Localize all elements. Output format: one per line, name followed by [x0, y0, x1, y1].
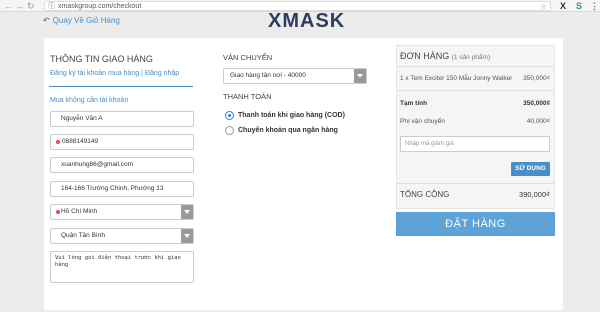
url-text: xmaskgroup.com/checkout — [58, 3, 142, 10]
order-divider — [396, 90, 555, 91]
subtotal-label: Tạm tính — [400, 100, 428, 107]
item-name: 1 x Tem Exciter 150 Mẫu Jonny Walker — [400, 75, 513, 82]
order-summary-panel — [396, 45, 555, 209]
phone-value: 0888149149 — [62, 138, 99, 145]
district-value: Quận Tân Bình — [61, 232, 105, 239]
fullname-value: Nguyễn Văn A — [61, 115, 103, 122]
apply-coupon-button[interactable]: SỬ DỤNG — [511, 162, 550, 176]
email-field[interactable]: xuanhung86@gmail.com — [50, 157, 194, 173]
payment-title: THANH TOÁN — [223, 92, 272, 101]
city-value: Hồ Chí Minh — [61, 208, 98, 215]
section-divider — [49, 86, 193, 87]
order-title-text: ĐƠN HÀNG — [400, 51, 450, 61]
login-link[interactable]: Đăng nhập — [145, 70, 179, 77]
register-link[interactable]: Đăng ký tài khoản mua hàng — [50, 70, 139, 77]
back-arrow-icon[interactable]: ← — [4, 0, 13, 12]
shipping-fee-label: Phí vận chuyển — [400, 118, 445, 125]
coupon-input[interactable]: Nhập mã giảm giá — [400, 136, 550, 152]
email-value: xuanhung86@gmail.com — [61, 161, 134, 168]
shipping-info-title: THÔNG TIN GIAO HÀNG — [50, 54, 153, 64]
extension-x-icon[interactable]: X — [560, 0, 566, 12]
menu-dots-icon[interactable]: ⋮ — [590, 0, 599, 12]
shipping-fee-value: 40,000₫ — [526, 118, 550, 125]
chevron-down-icon — [354, 69, 366, 83]
order-item-count: (1 sản phẩm) — [451, 54, 491, 61]
place-order-button[interactable]: ĐẶT HÀNG — [396, 212, 555, 236]
order-title: ĐƠN HÀNG (1 sản phẩm) — [400, 51, 490, 61]
city-select[interactable]: Hồ Chí Minh — [50, 204, 194, 220]
radio-selected-icon[interactable] — [225, 111, 234, 120]
chevron-down-icon — [181, 229, 193, 243]
bookmark-star-icon[interactable]: ☆ — [540, 2, 547, 11]
back-to-cart-label: Quay Về Giỏ Hàng — [52, 16, 120, 25]
item-price: 350,000₫ — [523, 75, 550, 82]
shipping-method-select[interactable]: Giao hàng tận nơi - 40000 — [223, 68, 367, 84]
required-dot-icon — [56, 140, 60, 144]
fullname-field[interactable]: Nguyễn Văn A — [50, 111, 194, 127]
shipping-fee-row: Phí vận chuyển 40,000₫ — [400, 118, 550, 125]
subtotal-value: 350,000₫ — [523, 100, 550, 107]
back-to-cart-link[interactable]: ↶ Quay Về Giỏ Hàng — [43, 16, 120, 25]
reload-icon[interactable]: ↻ — [27, 0, 35, 12]
payment-option-label: Chuyển khoản qua ngân hàng — [238, 127, 338, 134]
order-divider — [396, 183, 555, 184]
chevron-down-icon — [181, 205, 193, 219]
info-icon[interactable]: ⓘ — [48, 2, 55, 11]
payment-option-label: Thanh toán khi giao hàng (COD) — [238, 112, 345, 119]
district-select[interactable]: Quận Tân Bình — [50, 228, 194, 244]
shipping-method-title: VẬN CHUYỂN — [223, 53, 273, 62]
order-divider — [396, 66, 555, 67]
subtotal-row: Tạm tính 350,000₫ — [400, 100, 550, 107]
tab-separator: | — [141, 70, 143, 77]
total-value: 390,000₫ — [519, 190, 550, 199]
order-line-item: 1 x Tem Exciter 150 Mẫu Jonny Walker 350… — [400, 75, 550, 82]
return-arrow-icon: ↶ — [43, 16, 50, 25]
brand-logo: XMASK — [268, 10, 346, 32]
forward-arrow-icon[interactable]: → — [15, 0, 24, 12]
shipping-method-value: Giao hàng tận nơi - 40000 — [230, 72, 306, 79]
phone-field[interactable]: 0888149149 — [50, 134, 194, 150]
address-field[interactable]: 164-166 Trường Chinh, Phường 13 — [50, 181, 194, 197]
account-tabs: Đăng ký tài khoản mua hàng | Đăng nhập — [50, 70, 179, 77]
extension-s-icon[interactable]: S — [576, 0, 582, 12]
note-textarea[interactable]: Vui lòng gọi điện thoại trước khi giao h… — [50, 251, 194, 283]
radio-unselected-icon[interactable] — [225, 126, 234, 135]
required-dot-icon — [56, 210, 60, 214]
guest-checkout-tab[interactable]: Mua không cần tài khoản — [50, 97, 128, 104]
address-value: 164-166 Trường Chinh, Phường 13 — [61, 185, 164, 192]
